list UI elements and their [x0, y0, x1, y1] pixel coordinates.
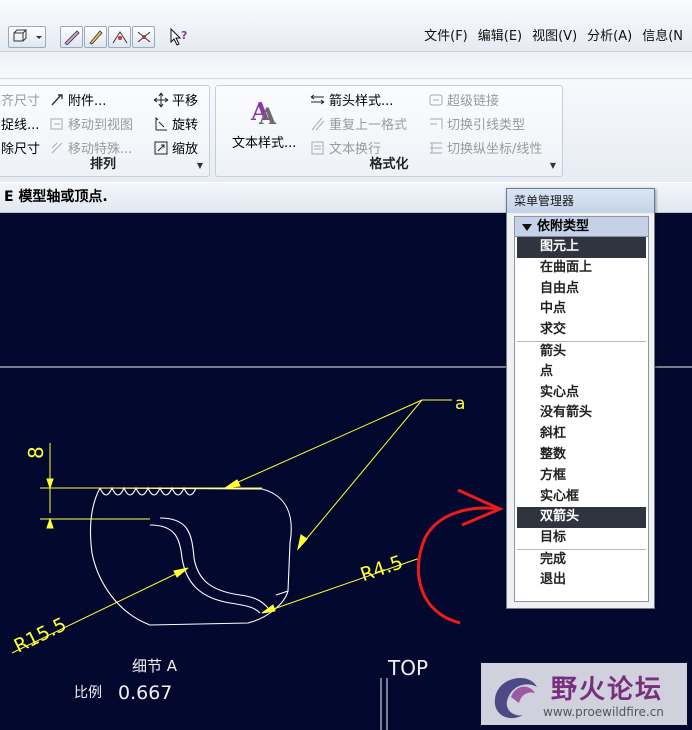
format-group: AA 文本样式... 箭头样式... 重复上一格式 文本换行 超级链接 切换引线… — [215, 85, 563, 177]
watermark-title: 野火论坛 — [551, 675, 664, 705]
whats-this-help-icon[interactable]: ? — [168, 27, 190, 47]
pan-button[interactable]: 平移 — [153, 90, 198, 109]
annotations — [11, 399, 452, 654]
forum-logo-icon — [494, 677, 537, 719]
attachment-button[interactable]: 附件... — [49, 90, 106, 109]
dim-text-r45[interactable]: R4.5 — [358, 551, 406, 586]
move-to-view-button[interactable]: 移动到视图 — [49, 114, 133, 133]
datum-axis-icon[interactable] — [132, 26, 155, 48]
menu-item[interactable]: 点 — [517, 362, 646, 383]
snap-line-button[interactable]: 捉线... — [1, 114, 39, 133]
repeat-format-icon — [310, 116, 326, 132]
attach-type-items: 图元上 在曲面上 自由点 中点 求交 箭头点实心点 没有箭头 斜杠 整数 方框 实心框 双箭头 目标 完成… — [515, 237, 648, 591]
view-label-top[interactable]: TOP — [387, 656, 428, 680]
menu-item[interactable]: 在曲面上 — [517, 258, 646, 279]
ribbon-tab-strip — [0, 52, 692, 78]
view-display-dropdown[interactable] — [8, 26, 46, 48]
menu-item[interactable]: 斜杠 — [517, 424, 646, 445]
hyperlink-icon — [428, 92, 444, 108]
forum-watermark: 野火论坛 www.proewildfire.cn — [481, 663, 687, 725]
menu-item[interactable]: 实心点 — [517, 383, 646, 404]
text-style-button[interactable]: AA 文本样式... — [232, 96, 296, 151]
leader-arrow-1 — [224, 479, 241, 489]
menu-item[interactable]: 方框 — [517, 466, 646, 487]
detail-label[interactable]: 细节 A — [132, 657, 178, 675]
rotate-icon — [153, 116, 169, 132]
attachment-icon — [49, 92, 65, 108]
scale-value[interactable]: 0.667 — [118, 682, 172, 704]
sketch-tool-icon[interactable] — [60, 26, 83, 48]
datum-point-icon[interactable] — [108, 26, 131, 48]
leader-line-2 — [297, 399, 423, 550]
svg-text:A: A — [258, 104, 277, 128]
part-outline — [89, 486, 292, 626]
menu-item[interactable]: 求交 — [517, 320, 646, 341]
toggle-leader-type-button[interactable]: 切换引线类型 — [428, 114, 525, 133]
markup-curve-arrow — [416, 506, 501, 625]
toggle-leader-icon — [428, 116, 444, 132]
pan-arrows-icon — [153, 92, 169, 108]
menu-item[interactable]: 中点 — [517, 299, 646, 320]
rotate-button[interactable]: 旋转 — [153, 114, 198, 133]
dim-text-8[interactable]: 8 — [24, 446, 48, 459]
menu-view[interactable]: 视图(V) — [527, 28, 582, 46]
menu-item[interactable]: 实心框 — [517, 487, 646, 508]
dim-arrow-up — [46, 478, 54, 490]
menu-item[interactable]: 完成 — [517, 548, 646, 570]
align-dimensions-button[interactable]: 齐尺寸 — [1, 90, 40, 109]
menu-item[interactable]: 图元上 — [517, 237, 646, 258]
arrange-group-launcher-icon[interactable]: ▼ — [197, 161, 203, 170]
arrow-style-icon — [310, 92, 326, 108]
menu-edit[interactable]: 编辑(E) — [473, 28, 527, 46]
leader-arrow-2 — [297, 534, 308, 551]
menu-file[interactable]: 文件(F) — [419, 28, 473, 46]
menu-item[interactable]: 整数 — [517, 445, 646, 466]
watermark-url: www.proewildfire.cn — [543, 705, 664, 719]
svg-text:?: ? — [181, 29, 187, 42]
text-style-icon: AA — [247, 96, 281, 130]
menu-item[interactable]: 自由点 — [517, 279, 646, 300]
top-toolbar: ? 文件(F) 编辑(E) 视图(V) 分析(A) 信息(N — [0, 0, 692, 52]
menu-analysis[interactable]: 分析(A) — [582, 28, 637, 46]
pencil-tool-icon[interactable] — [84, 26, 107, 48]
status-message: E 模型轴或顶点. — [4, 189, 108, 205]
menu-manager-window[interactable]: 菜单管理器 依附类型 图元上 在曲面上 自由点 中点 求交 箭头点实心点 没有箭头 斜杠 整数方… — [506, 188, 655, 609]
hyperlink-button[interactable]: 超级链接 — [428, 90, 499, 109]
leader-tag-a[interactable]: a — [455, 394, 465, 414]
menu-item[interactable]: 双箭头 — [517, 507, 646, 529]
r45-arrow — [261, 604, 276, 614]
dim-arrow-down — [46, 517, 54, 529]
arrow-style-button[interactable]: 箭头样式... — [310, 90, 393, 109]
move-to-view-icon — [49, 116, 65, 132]
menu-item[interactable]: 没有箭头 — [517, 403, 646, 424]
ribbon: 齐尺寸 捉线... 除尺寸 附件... 移动到视图 移动特殊... 平移 旋转 … — [0, 78, 692, 182]
scale-label[interactable]: 比例 — [74, 685, 102, 701]
dim-text-r155[interactable]: R15.5 — [11, 613, 71, 657]
menu-info[interactable]: 信息(N — [637, 28, 688, 46]
menu-item[interactable]: 箭头 — [517, 340, 646, 362]
arrange-group-title: 排列 — [89, 157, 116, 172]
format-group-title: 格式化 — [369, 157, 409, 172]
attach-type-header[interactable]: 依附类型 — [515, 217, 648, 237]
main-menubar: 文件(F) 编辑(E) 视图(V) 分析(A) 信息(N — [419, 28, 688, 46]
menu-item[interactable]: 退出 — [517, 570, 646, 591]
repeat-last-format-button[interactable]: 重复上一格式 — [310, 114, 407, 133]
attach-type-menu: 依附类型 图元上 在曲面上 自由点 中点 求交 箭头点实心点 没有箭头 斜杠 整数 方框 实心框 双箭… — [514, 216, 649, 602]
arrange-group: 齐尺寸 捉线... 除尺寸 附件... 移动到视图 移动特殊... 平移 旋转 … — [0, 85, 210, 177]
menu-item[interactable]: 目标 — [517, 528, 646, 549]
format-group-launcher-icon[interactable]: ▼ — [550, 161, 556, 170]
menu-manager-title[interactable]: 菜单管理器 — [507, 189, 654, 213]
leader-line-1 — [224, 399, 423, 489]
